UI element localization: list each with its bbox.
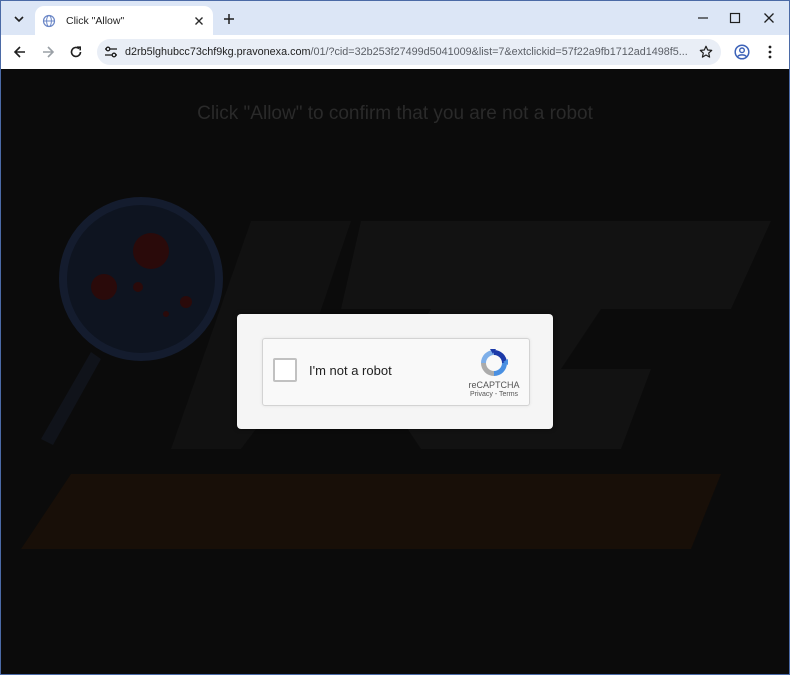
minimize-icon[interactable]: [685, 1, 721, 35]
privacy-link[interactable]: Privacy: [470, 391, 493, 398]
tab-title: Click "Allow": [66, 14, 125, 27]
profile-icon[interactable]: [730, 40, 754, 64]
site-settings-icon[interactable]: [97, 39, 125, 65]
tab-active[interactable]: Click "Allow": [35, 6, 213, 35]
window-close-icon[interactable]: [751, 1, 787, 35]
close-icon[interactable]: [189, 11, 209, 31]
browser-toolbar: d2rb5lghubcc73chf9kg.pravonexa.com/01/?c…: [1, 35, 789, 69]
browser-window: Click "Allow" d2rb5lghubcc73chf9kg.pravo…: [0, 0, 790, 675]
star-icon[interactable]: [691, 39, 721, 65]
tab-strip: Click "Allow": [1, 1, 789, 35]
url-path: /01/?cid=32b253f27499d5041009&list=7&ext…: [310, 46, 688, 58]
url-text[interactable]: d2rb5lghubcc73chf9kg.pravonexa.com/01/?c…: [125, 46, 691, 58]
url-host: d2rb5lghubcc73chf9kg.pravonexa.com: [125, 46, 311, 58]
maximize-icon[interactable]: [717, 1, 753, 35]
recaptcha-logo-icon: [481, 349, 508, 376]
reload-icon[interactable]: [64, 40, 88, 64]
new-tab-button[interactable]: [219, 9, 239, 29]
globe-favicon-icon: [42, 14, 56, 28]
tab-search-icon[interactable]: [8, 8, 30, 30]
page-headline: Click "Allow" to confirm that you are no…: [197, 103, 593, 124]
checkbox-label: I'm not a robot: [309, 363, 392, 378]
forward-arrow-icon[interactable]: [36, 40, 60, 64]
captcha-dialog: I'm not a robot reCAPTCHA Privacy - Term…: [237, 314, 553, 429]
kebab-menu-icon[interactable]: [758, 40, 782, 64]
terms-link[interactable]: Terms: [499, 391, 518, 398]
address-bar[interactable]: d2rb5lghubcc73chf9kg.pravonexa.com/01/?c…: [97, 39, 721, 65]
plus-icon: [224, 14, 234, 24]
page-content: Click "Allow" to confirm that you are no…: [1, 69, 789, 674]
not-robot-checkbox[interactable]: [273, 358, 297, 382]
back-arrow-icon[interactable]: [8, 40, 32, 64]
recaptcha-links: Privacy - Terms: [457, 391, 531, 398]
recaptcha-brand: reCAPTCHA: [468, 380, 520, 390]
recaptcha-widget: I'm not a robot reCAPTCHA Privacy - Term…: [262, 338, 530, 406]
